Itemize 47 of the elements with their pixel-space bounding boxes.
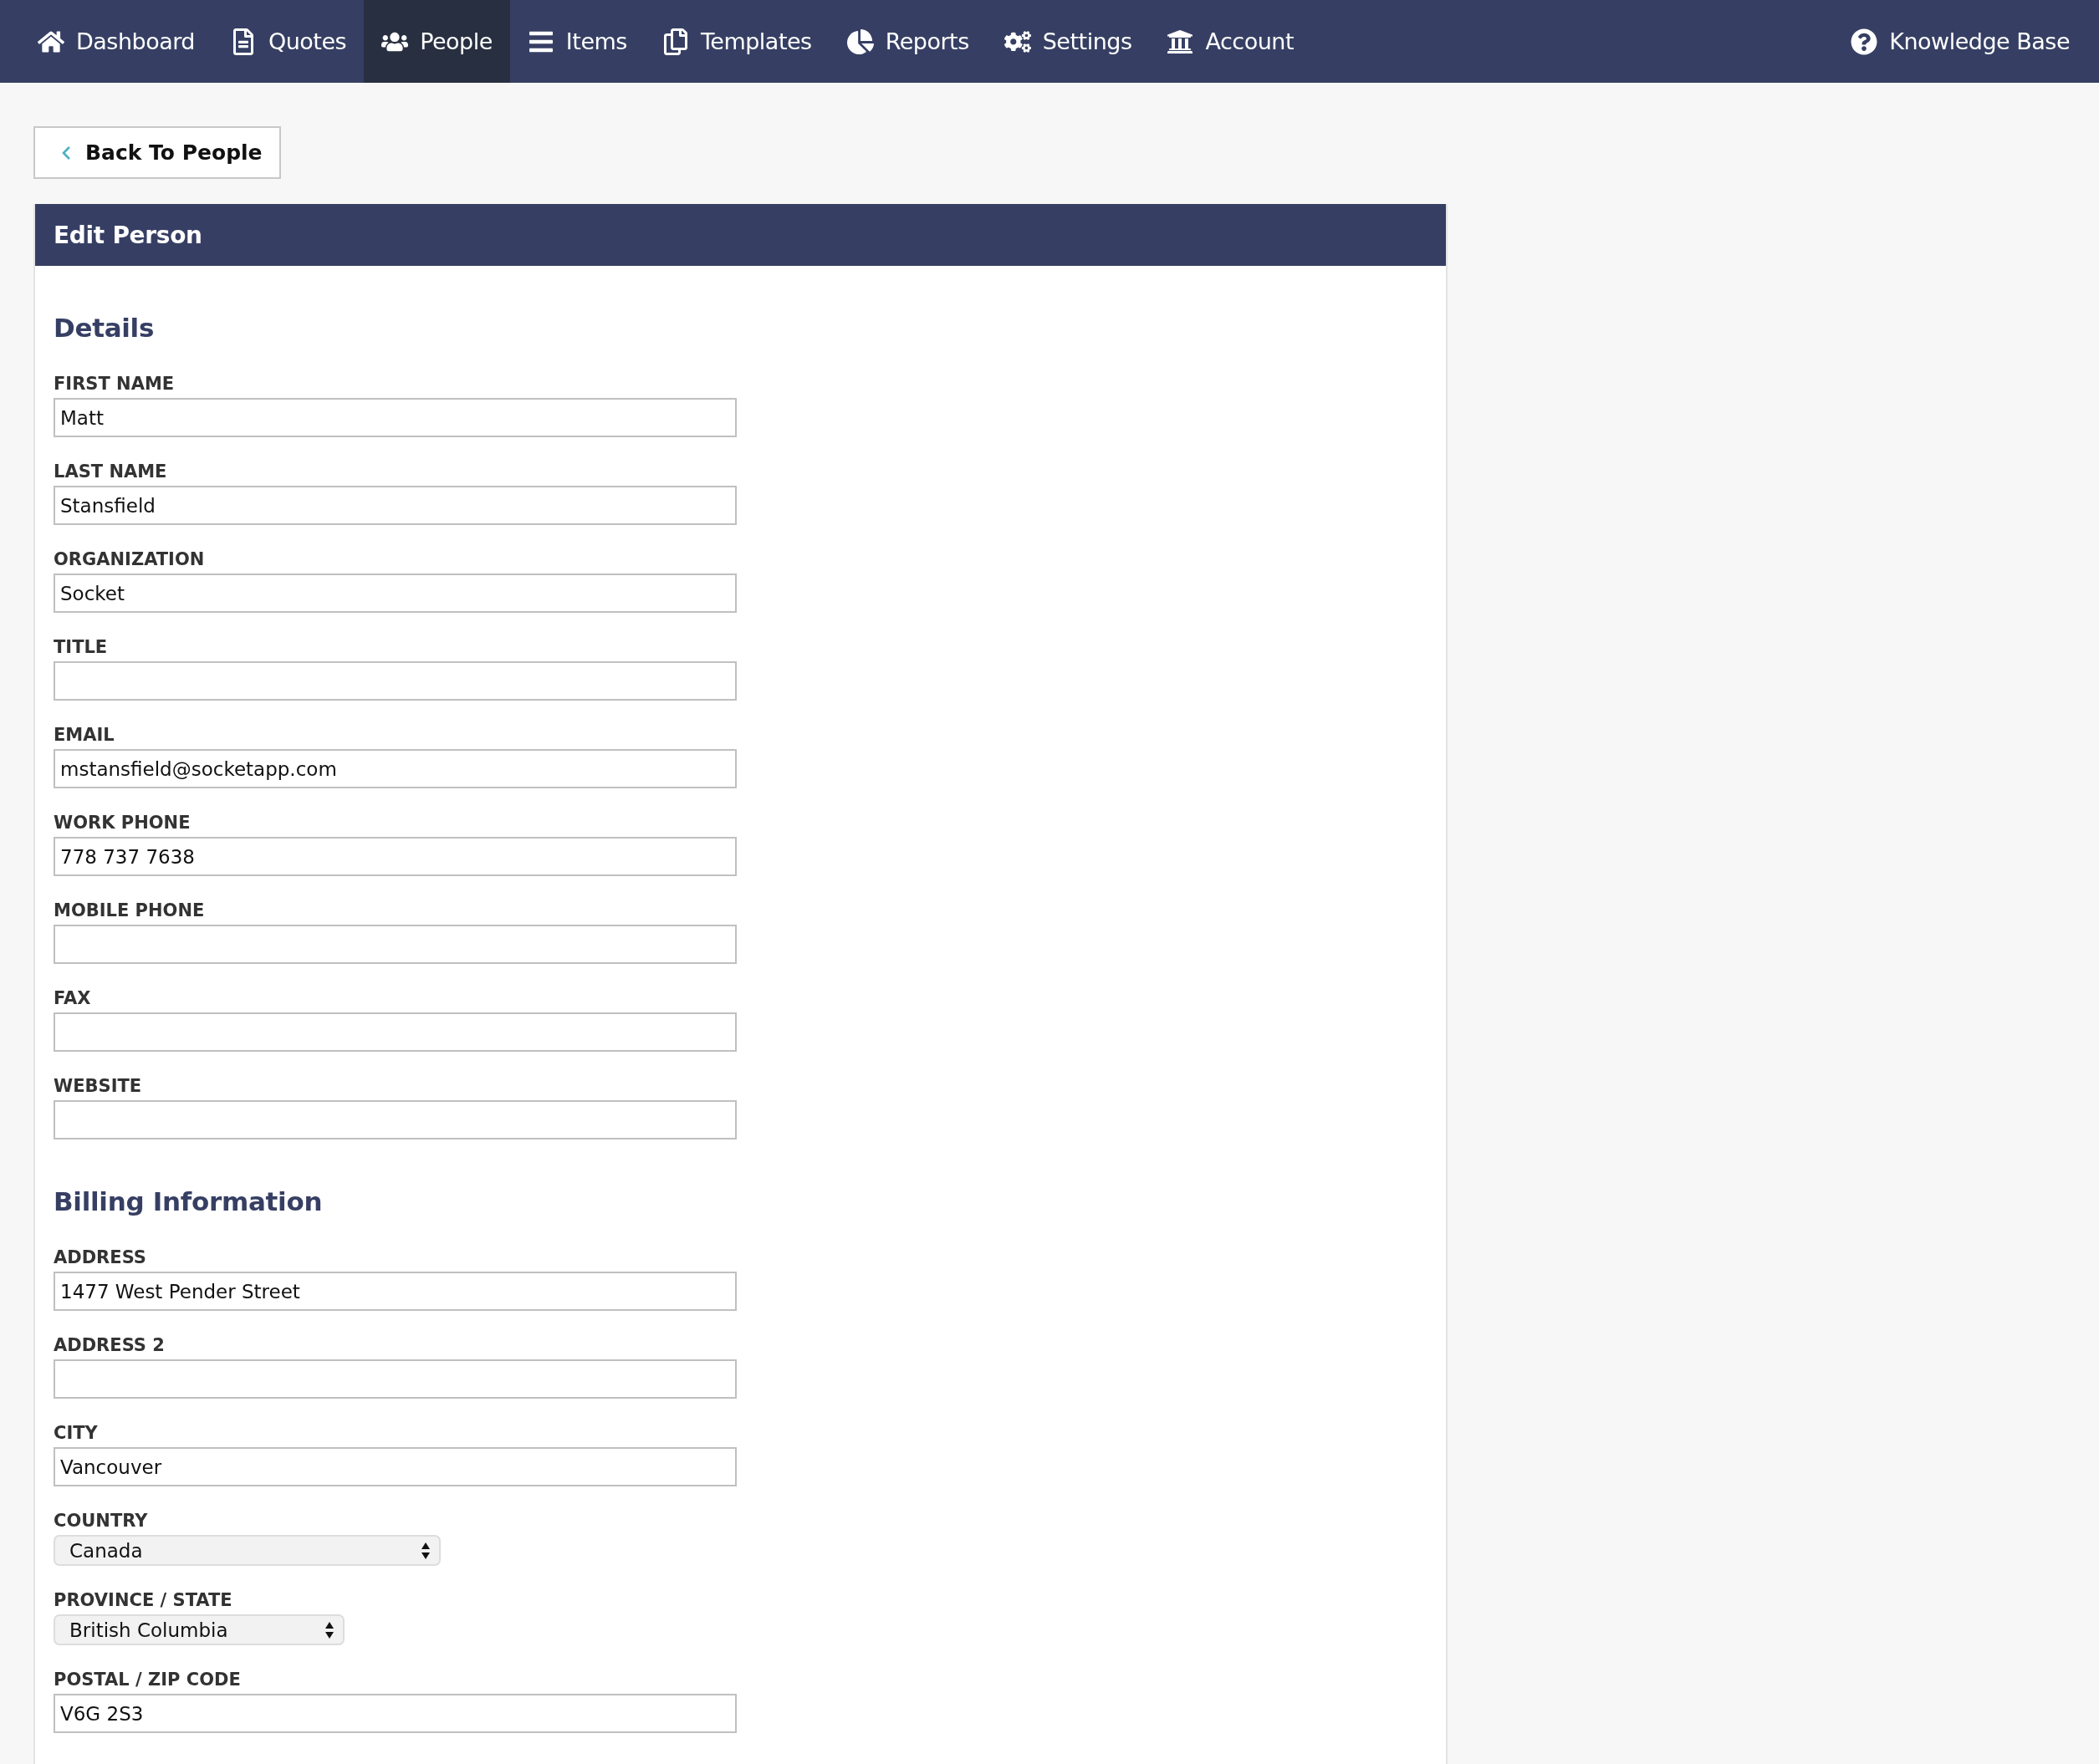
input-field[interactable]	[54, 661, 737, 701]
nav-tab[interactable]: Reports	[829, 0, 987, 83]
input-field[interactable]	[54, 1359, 737, 1399]
field-label: WORK PHONE	[54, 813, 192, 832]
help-icon	[1851, 28, 1878, 55]
field-label: ADDRESS	[54, 1248, 147, 1267]
input-field[interactable]: Socket	[54, 574, 737, 613]
input-field[interactable]: mstansfield@socketapp.com	[54, 749, 737, 788]
input-field[interactable]	[54, 1100, 737, 1139]
bank-icon	[1167, 28, 1194, 55]
field-label: MOBILE PHONE	[54, 901, 206, 920]
field-label: POSTAL / ZIP CODE	[54, 1670, 242, 1689]
nav-tab[interactable]: Account	[1149, 0, 1311, 83]
section-heading: Details	[54, 313, 156, 343]
field-label: TITLE	[54, 638, 109, 656]
copy-icon	[661, 28, 689, 55]
input-field[interactable]	[54, 1012, 737, 1052]
dropdown-select[interactable]: Canada	[54, 1535, 441, 1566]
input-field[interactable]: Matt	[54, 398, 737, 437]
field-label: CITY	[54, 1424, 99, 1442]
field-label: COUNTRY	[54, 1512, 149, 1530]
nav-tab[interactable]: Quotes	[212, 0, 365, 83]
field-label: EMAIL	[54, 726, 115, 744]
input-field[interactable]: 778 737 7638	[54, 837, 737, 876]
field-label: PROVINCE / STATE	[54, 1591, 233, 1609]
field-label: LAST NAME	[54, 462, 168, 481]
nav-tab[interactable]: People	[364, 0, 510, 83]
field-label: FIRST NAME	[54, 375, 176, 393]
input-field[interactable]: 1477 West Pender Street	[54, 1272, 737, 1311]
panel-title: Edit Person	[35, 204, 1446, 266]
dropdown-select[interactable]: British Columbia	[54, 1614, 345, 1645]
input-field[interactable]: Vancouver	[54, 1447, 737, 1486]
pie-chart-icon	[846, 28, 874, 55]
field-label: ORGANIZATION	[54, 550, 206, 568]
input-field[interactable]: V6G 2S3	[54, 1694, 737, 1733]
back-button[interactable]: Back To People	[33, 126, 281, 179]
field-label: ADDRESS 2	[54, 1336, 166, 1354]
nav-tab[interactable]: Settings	[986, 0, 1150, 83]
section-heading: Billing Information	[54, 1186, 324, 1216]
field-label: WEBSITE	[54, 1077, 143, 1095]
knowledge-base-link[interactable]: Knowledge Base	[1833, 0, 2087, 83]
field-label: FAX	[54, 989, 92, 1007]
nav-tab[interactable]: Templates	[644, 0, 830, 83]
nav-tab[interactable]: Dashboard	[20, 0, 212, 83]
input-field[interactable]: Stansfield	[54, 486, 737, 525]
input-field[interactable]	[54, 925, 737, 964]
nav-tab[interactable]: Items	[509, 0, 645, 83]
